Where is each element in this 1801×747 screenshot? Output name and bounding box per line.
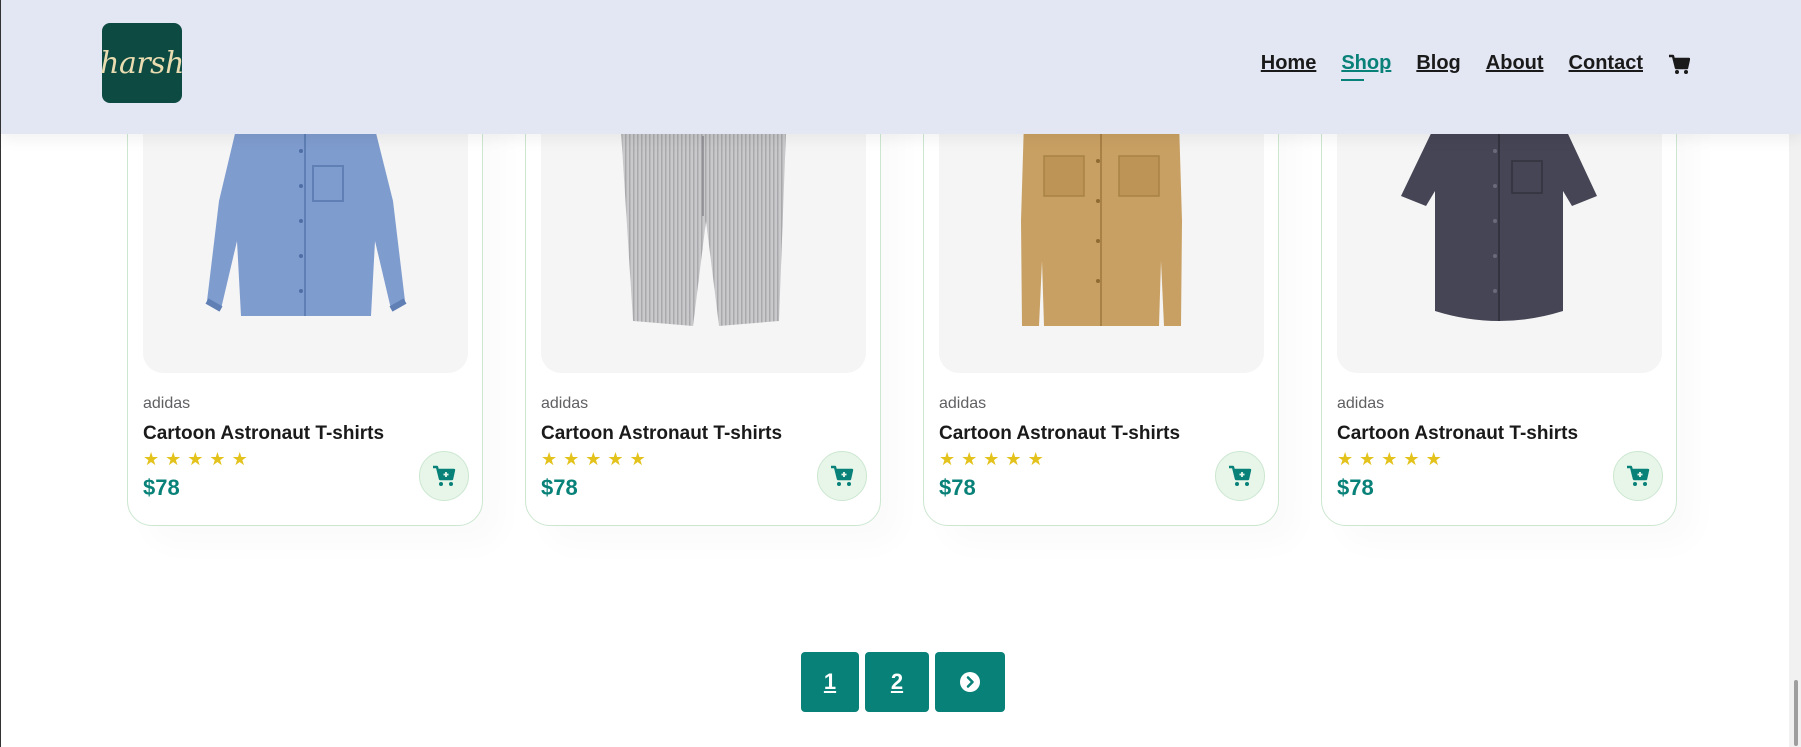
nav-home[interactable]: Home	[1261, 52, 1317, 75]
rating-stars: ★ ★ ★ ★ ★	[541, 449, 648, 470]
product-title[interactable]: Cartoon Astronaut T-shirts	[939, 423, 1180, 445]
star-icon: ★	[1425, 449, 1444, 469]
star-icon: ★	[939, 449, 958, 469]
nav-contact[interactable]: Contact	[1569, 52, 1643, 75]
rating-stars: ★ ★ ★ ★ ★	[143, 449, 250, 470]
logo-text: harsh	[100, 45, 184, 81]
star-icon: ★	[629, 449, 648, 469]
cart-plus-icon	[1229, 465, 1252, 486]
star-icon: ★	[1381, 449, 1400, 469]
product-price: $78	[939, 475, 976, 500]
main-nav: Home Shop Blog About Contact	[1236, 52, 1691, 81]
logo[interactable]: harsh	[100, 23, 184, 103]
star-icon: ★	[961, 449, 980, 469]
product-title[interactable]: Cartoon Astronaut T-shirts	[1337, 423, 1578, 445]
product-title[interactable]: Cartoon Astronaut T-shirts	[541, 423, 782, 445]
star-icon: ★	[607, 449, 626, 469]
star-icon: ★	[143, 449, 162, 469]
product-brand: adidas	[1337, 395, 1385, 412]
rating-stars: ★ ★ ★ ★ ★	[939, 449, 1046, 470]
star-icon: ★	[1027, 449, 1046, 469]
star-icon: ★	[541, 449, 560, 469]
nav-blog[interactable]: Blog	[1416, 52, 1460, 75]
add-to-cart-button[interactable]	[817, 451, 867, 501]
add-to-cart-button[interactable]	[419, 451, 469, 501]
product-price: $78	[143, 475, 180, 500]
star-icon: ★	[165, 449, 184, 469]
star-icon: ★	[187, 449, 206, 469]
page: adidas Cartoon Astronaut T-shirts ★ ★ ★ ★ ★ …	[0, 0, 1801, 747]
star-icon: ★	[983, 449, 1002, 469]
star-icon: ★	[1005, 449, 1024, 469]
rating-stars: ★ ★ ★ ★ ★	[1337, 449, 1444, 470]
product-brand: adidas	[939, 395, 987, 412]
product-brand: adidas	[541, 395, 589, 412]
star-icon: ★	[1337, 449, 1356, 469]
chevron-right-circle-icon	[960, 672, 980, 692]
product-price: $78	[1337, 475, 1374, 500]
cart-icon[interactable]	[1668, 53, 1691, 75]
star-icon: ★	[231, 449, 250, 469]
cart-plus-icon	[433, 465, 456, 486]
product-price: $78	[541, 475, 578, 500]
nav-shop[interactable]: Shop	[1341, 52, 1391, 81]
star-icon: ★	[585, 449, 604, 469]
site-header: harsh Home Shop Blog About Contact	[1, 0, 1801, 134]
star-icon: ★	[563, 449, 582, 469]
add-to-cart-button[interactable]	[1215, 451, 1265, 501]
product-brand: adidas	[143, 395, 191, 412]
nav-about[interactable]: About	[1486, 52, 1544, 75]
star-icon: ★	[1359, 449, 1378, 469]
scrollbar-thumb[interactable]	[1794, 680, 1798, 746]
cart-plus-icon	[831, 465, 854, 486]
product-title[interactable]: Cartoon Astronaut T-shirts	[143, 423, 384, 445]
page-2-button[interactable]: 2	[865, 652, 929, 712]
star-icon: ★	[209, 449, 228, 469]
pagination: 1 2	[801, 652, 1005, 712]
star-icon: ★	[1403, 449, 1422, 469]
cart-plus-icon	[1627, 465, 1650, 486]
next-page-button[interactable]	[935, 652, 1005, 712]
page-1-button[interactable]: 1	[801, 652, 859, 712]
add-to-cart-button[interactable]	[1613, 451, 1663, 501]
